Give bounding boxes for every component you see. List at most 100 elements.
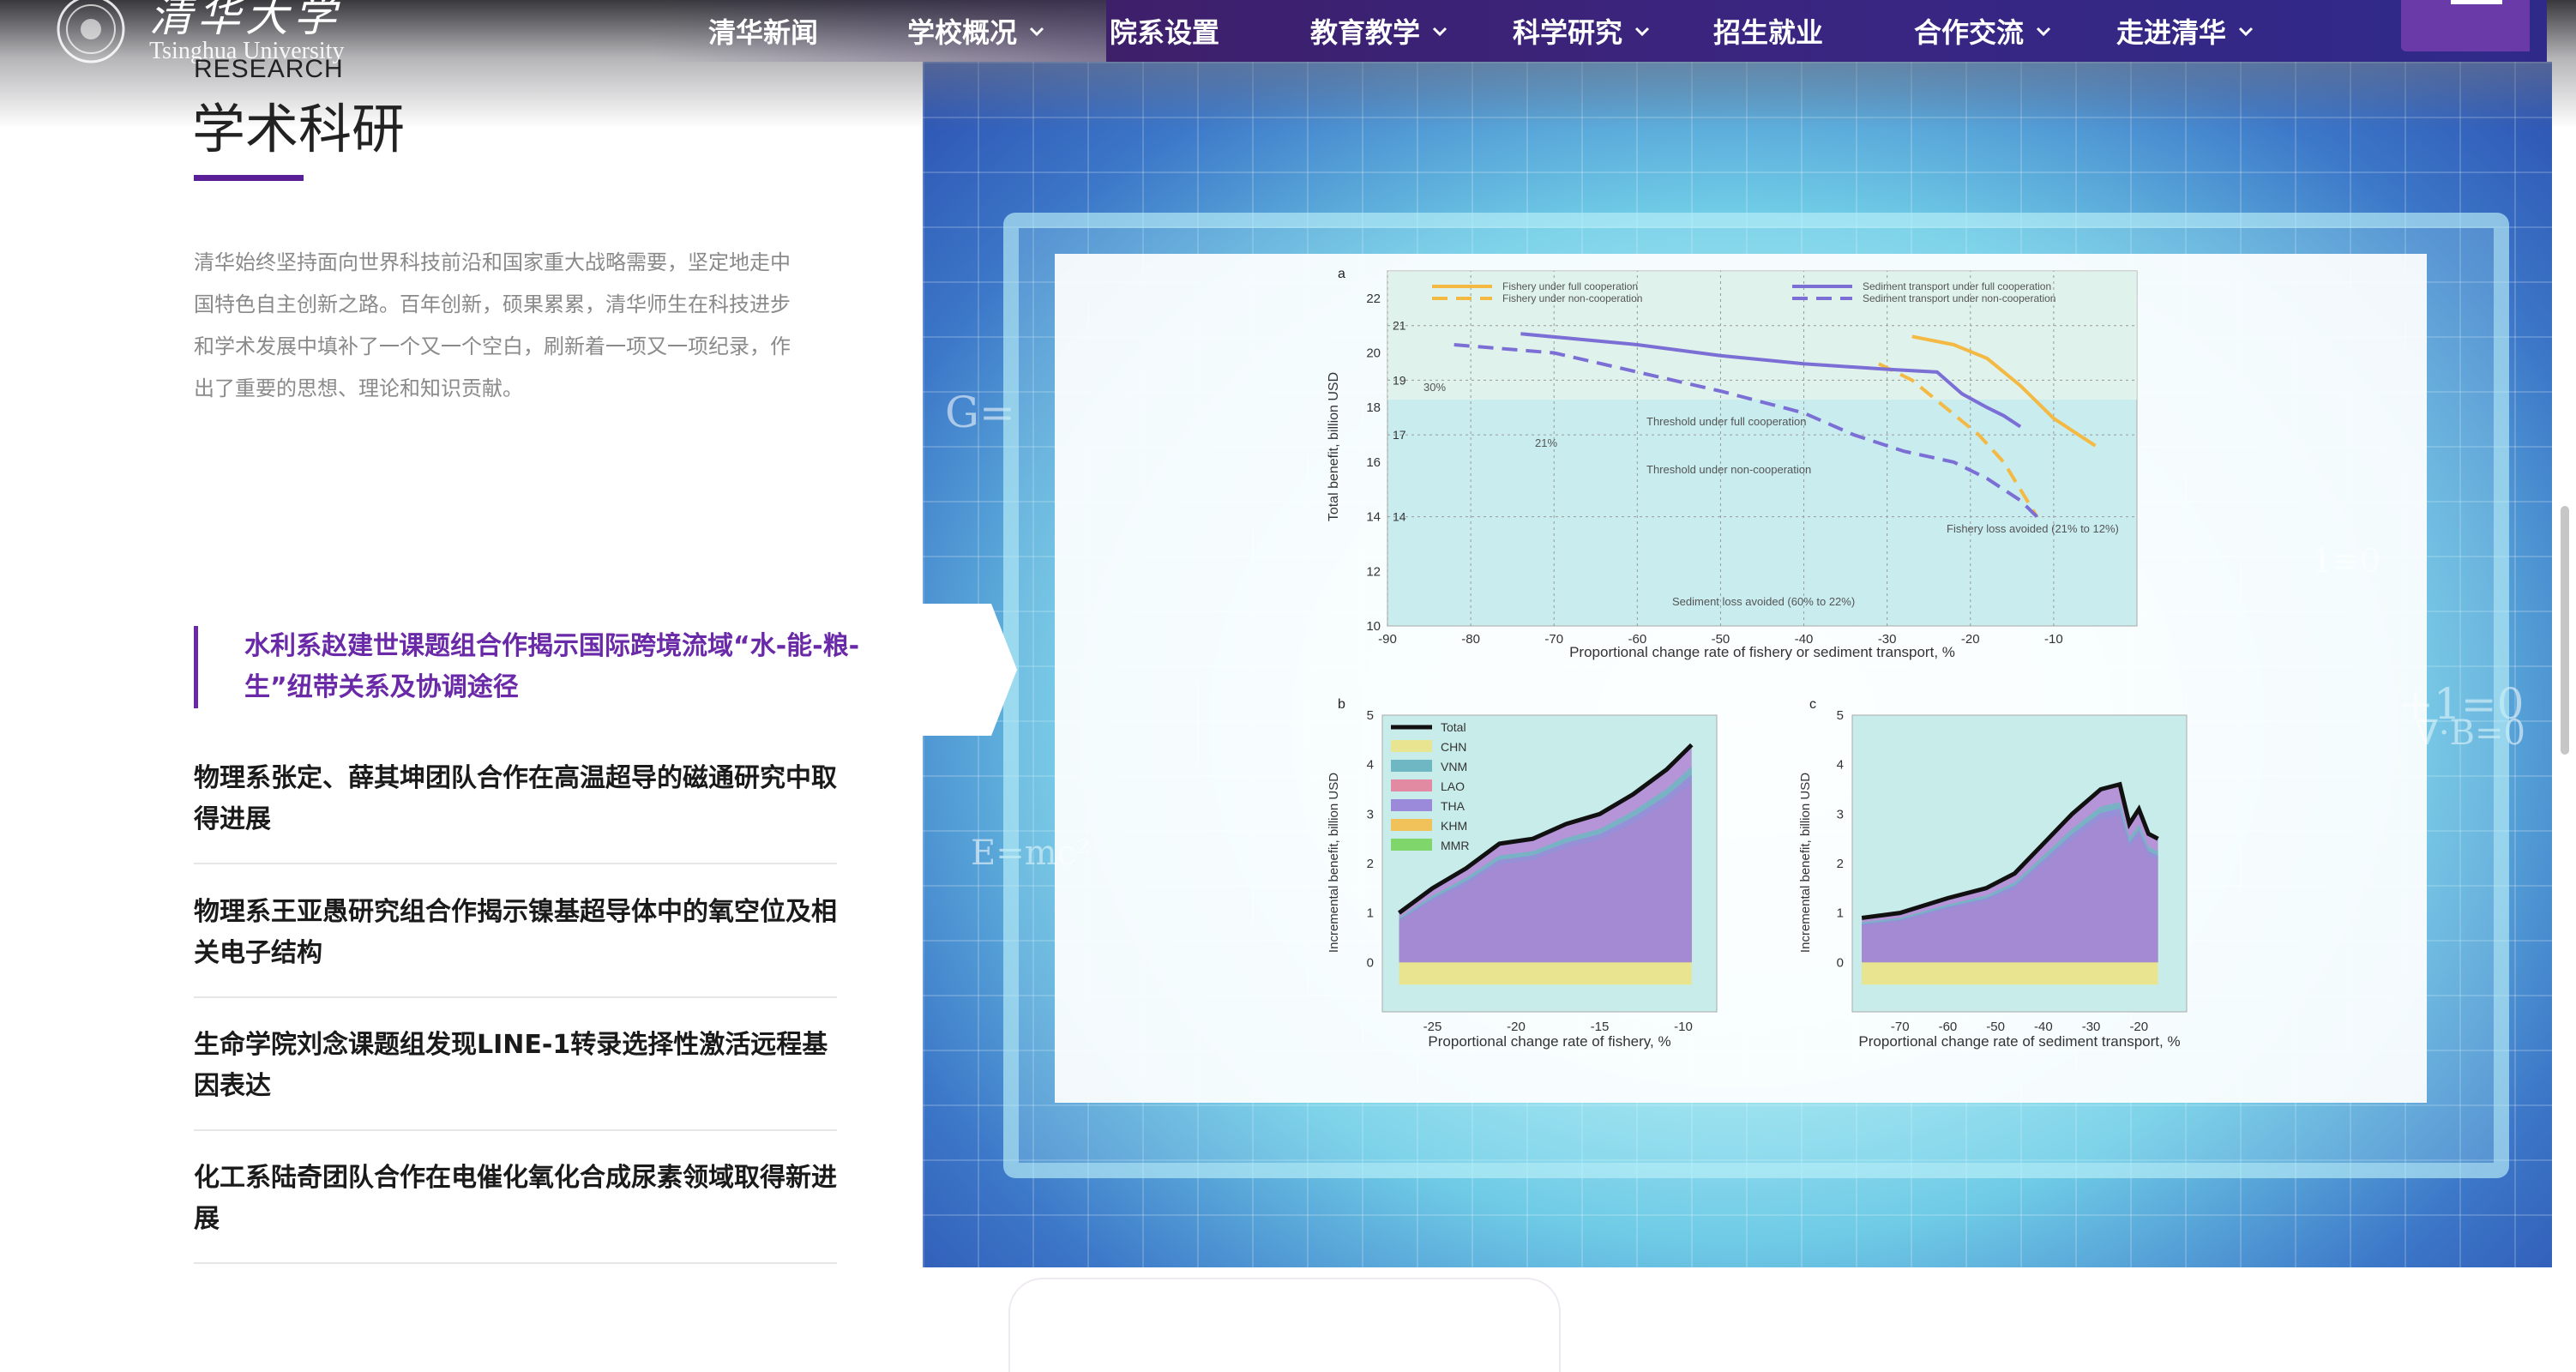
x-tick-label: -80: [1461, 632, 1480, 647]
y-tick-label: 4: [1367, 758, 1374, 773]
x-tick-label: -70: [1544, 632, 1563, 647]
y-tick-label: 2: [1367, 857, 1374, 871]
legend-label: Fishery under non-cooperation: [1502, 292, 1642, 304]
y-tick-label: 0: [1367, 955, 1374, 970]
news-item-active[interactable]: 水利系赵建世课题组合作揭示国际跨境流域“水-能-粮-生”纽带关系及协调途径: [194, 626, 897, 708]
title-underline: [194, 175, 304, 181]
panel-letter: a: [1338, 267, 1345, 281]
y-tick-label: 20: [1366, 346, 1381, 361]
y-tick-label: 3: [1367, 807, 1374, 821]
chevron-down-icon: [1432, 27, 1447, 37]
hamburger-icon: [2451, 0, 2502, 4]
y-tick-label: 10: [1366, 619, 1381, 634]
feature-image[interactable]: G= +1=0 ∇·B=0 1≡0 E=mc² a Total benefit,…: [923, 62, 2552, 1267]
y-tick-label: 12: [1366, 564, 1381, 579]
y-axis-label: Total benefit, billion USD: [1327, 372, 1341, 521]
news-item[interactable]: 物理系张定、薛其坤团队合作在高温超导的磁通研究中取得进展: [194, 758, 837, 864]
nav-item-label: 院系设置: [1110, 16, 1220, 49]
annotation: 21%: [1535, 436, 1557, 449]
x-tick-label: -60: [1628, 632, 1646, 647]
x-tick-label: -20: [1507, 1020, 1526, 1034]
chevron-down-icon: [2238, 27, 2254, 37]
chart-panel: a Total benefit, billion USD Proportiona…: [1055, 254, 2427, 1103]
legend-label: Sediment transport under non-cooperation: [1863, 292, 2055, 304]
section-title: 学术科研: [192, 98, 406, 160]
chevron-down-icon: [1029, 27, 1044, 37]
nav-item-label: 学校概况: [907, 16, 1018, 49]
legend-label: Total: [1441, 720, 1466, 734]
y-tick-label: 5: [1367, 708, 1374, 723]
news-item[interactable]: 物理系王亚愚研究组合作揭示镍基超导体中的氧空位及相关电子结构: [194, 892, 837, 998]
x-tick-label: -50: [1986, 1020, 2005, 1034]
legend-swatch: [1391, 799, 1432, 811]
legend-swatch: [1391, 779, 1432, 791]
annotation: Fishery loss avoided (21% to 12%): [1947, 522, 2119, 535]
legend-label: Sediment transport under full cooperatio…: [1863, 280, 2051, 292]
x-tick-label: -40: [1795, 632, 1814, 647]
x-tick-label: -10: [2044, 632, 2063, 647]
main-nav: 清华新闻 学校概况 院系设置 教育教学 科学研究 招生就业 合作交流 走进清华: [0, 0, 2576, 62]
figure-svg: a Total benefit, billion USD Proportiona…: [1327, 267, 2188, 1050]
y-axis-label: Incremental benefit, billion USD: [1327, 773, 1341, 953]
y-tick-label: 14: [1366, 510, 1381, 525]
x-axis-label: Proportional change rate of sediment tra…: [1858, 1033, 2180, 1050]
x-tick-label: -20: [2129, 1020, 2148, 1034]
x-tick-label: -20: [1961, 632, 1980, 647]
annotation: Threshold under non-cooperation: [1646, 463, 1811, 476]
legend-label: KHM: [1441, 819, 1467, 833]
y-tick-label: 4: [1837, 758, 1844, 773]
nav-item-admissions[interactable]: 招生就业: [1713, 10, 1823, 51]
x-tick-label: -10: [1674, 1020, 1693, 1034]
panel-b: b Incremental benefit, billion USD Propo…: [1327, 697, 1718, 1050]
y-tick-label: 1: [1367, 906, 1374, 921]
legend-label: VNM: [1441, 760, 1467, 773]
x-tick-label: -60: [1939, 1020, 1958, 1034]
news-item[interactable]: 化工系陆奇团队合作在电催化氧化合成尿素领域取得新进展: [194, 1158, 837, 1264]
nav-item-cooperation[interactable]: 合作交流: [1914, 10, 2053, 51]
x-tick-label: -70: [1891, 1020, 1910, 1034]
news-item[interactable]: 生命学院刘念课题组发现LINE-1转录选择性激活远程基因表达: [194, 1025, 837, 1131]
panel-a: a Total benefit, billion USD Proportiona…: [1327, 267, 2138, 660]
area-chn: [1399, 962, 1692, 985]
area-chn: [1862, 962, 2158, 985]
nav-item-label: 招生就业: [1713, 16, 1824, 49]
x-tick-label: -15: [1591, 1020, 1610, 1034]
legend-swatch: [1391, 839, 1432, 851]
menu-button[interactable]: [2401, 0, 2530, 51]
x-tick-label: -90: [1378, 632, 1397, 647]
nav-item-label: 教育教学: [1310, 16, 1421, 49]
legend-label: Fishery under full cooperation: [1502, 280, 1638, 292]
nav-item-visit[interactable]: 走进清华: [2116, 10, 2255, 51]
legend-label: THA: [1441, 799, 1466, 813]
nav-item-label: 合作交流: [1914, 16, 2025, 49]
x-axis-label: Proportional change rate of fishery, %: [1428, 1033, 1670, 1050]
legend-swatch: [1391, 819, 1432, 831]
nav-item-about[interactable]: 学校概况: [907, 10, 1046, 51]
panel-letter: c: [1809, 697, 1816, 712]
nav-item-education[interactable]: 教育教学: [1310, 10, 1449, 51]
scrollbar[interactable]: [2561, 506, 2569, 755]
chevron-down-icon: [1634, 27, 1650, 37]
panel-c: c Incremental benefit, billion USD Propo…: [1798, 697, 2188, 1050]
x-tick-label: -30: [2082, 1020, 2101, 1034]
annotation: Threshold under full cooperation: [1646, 415, 1806, 428]
nav-item-research[interactable]: 科学研究: [1513, 10, 1652, 51]
x-tick-label: -40: [2034, 1020, 2053, 1034]
section-label-en: RESEARCH: [194, 55, 344, 83]
legend-label: LAO: [1441, 779, 1465, 793]
panel-letter: b: [1338, 697, 1345, 712]
x-tick-label: -50: [1712, 632, 1730, 647]
chevron-down-icon: [2036, 27, 2051, 37]
x-tick-label: -25: [1423, 1020, 1442, 1034]
nav-item-label: 科学研究: [1513, 16, 1623, 49]
legend-label: MMR: [1441, 839, 1469, 852]
legend-swatch: [1391, 740, 1432, 752]
nav-item-label: 走进清华: [2116, 16, 2227, 49]
y-tick-label: 2: [1837, 857, 1844, 871]
y-tick-label: 1: [1837, 906, 1844, 921]
y-tick-label: 18: [1366, 400, 1381, 415]
section-intro: 清华始终坚持面向世界科技前沿和国家重大战略需要，坚定地走中国特色自主创新之路。百…: [194, 250, 791, 400]
nav-item-news[interactable]: 清华新闻: [708, 10, 818, 51]
annotation: 30%: [1423, 381, 1446, 394]
nav-item-schools[interactable]: 院系设置: [1110, 10, 1219, 51]
